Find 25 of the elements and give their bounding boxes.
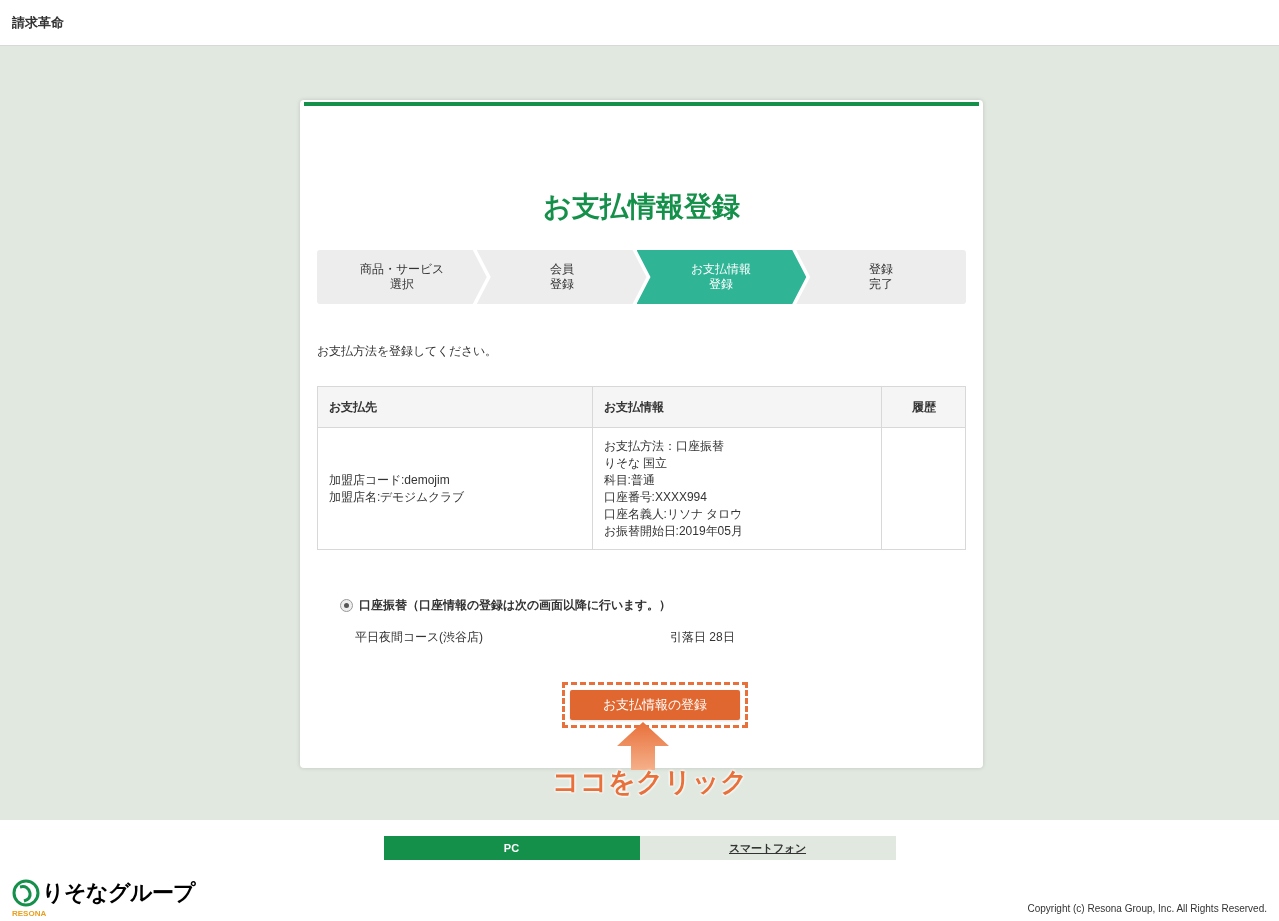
logo-subtext: RESONA xyxy=(12,909,48,918)
column-header: 履歴 xyxy=(881,386,966,428)
annotation-text: ココをクリック xyxy=(552,766,748,799)
table-cell: 加盟店コード:demojim 加盟店名:デモジムクラブ xyxy=(317,427,593,550)
column-header: お支払情報 xyxy=(592,386,882,428)
withdrawal-day-text: 引落日 28日 xyxy=(670,629,735,646)
logo-icon xyxy=(12,878,40,907)
course-text: 平日夜間コース(渋谷店) xyxy=(355,629,484,646)
progress-step: 会員 登録 xyxy=(476,250,647,304)
up-arrow-icon xyxy=(617,722,669,770)
logo-text: りそなグループ xyxy=(42,879,195,907)
view-tab[interactable]: PC xyxy=(383,836,640,860)
app-title: 請求革命 xyxy=(12,13,64,32)
radio-button[interactable] xyxy=(340,598,353,612)
register-button[interactable]: お支払情報の登録 xyxy=(570,690,740,720)
copyright-text: Copyright (c) Resona Group, Inc. All Rights Reserved. xyxy=(1027,902,1267,916)
progress-step: 登録 完了 xyxy=(796,250,966,304)
table-cell: お支払方法：口座振替 りそな 国立 科目:普通 口座番号:XXXX994 口座名義人:リソナ タロウ お振替開始日:2019年05月 xyxy=(592,427,882,550)
option-label: 口座振替（口座情報の登録は次の画面以降に行います。） xyxy=(359,597,671,614)
view-tab[interactable]: スマートフォン xyxy=(639,836,896,860)
instruction-text: お支払方法を登録してください。 xyxy=(317,343,498,360)
page-title: お支払情報登録 xyxy=(543,190,740,224)
progress-step: お支払情報 登録 xyxy=(636,250,807,304)
progress-step: 商品・サービス 選択 xyxy=(317,250,487,304)
column-header: お支払先 xyxy=(317,386,593,428)
